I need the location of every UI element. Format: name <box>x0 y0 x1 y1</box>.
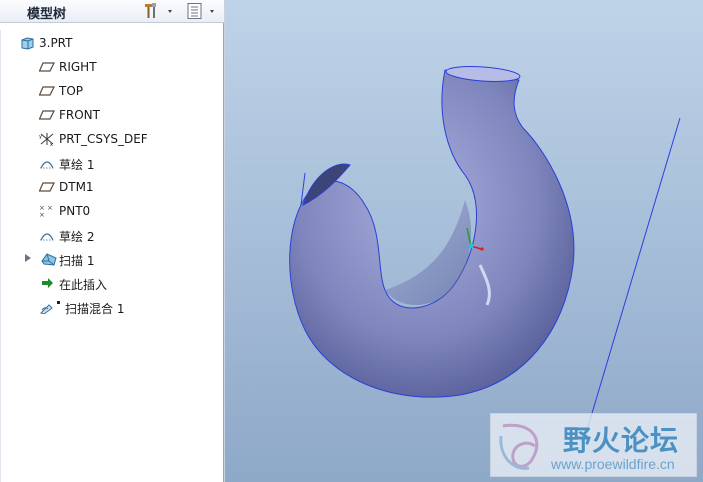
tree-item-front[interactable]: FRONT <box>1 104 221 126</box>
datum-plane-icon <box>39 62 55 72</box>
tree-item-part[interactable]: 3.PRT <box>1 32 221 54</box>
tree-item-label: 3.PRT <box>39 36 73 50</box>
tree-item-sketch-2[interactable]: 草绘 2 <box>1 224 221 246</box>
watermark-name: 野火论坛 <box>563 424 680 457</box>
tree-item-label: TOP <box>59 84 84 98</box>
tools-icon <box>145 3 172 18</box>
tree-item-insert-here[interactable]: 在此插入 <box>1 272 221 294</box>
tree-item-sweep-1[interactable]: 扫描 1 <box>1 248 221 270</box>
tree-item-label: FRONT <box>59 108 100 122</box>
datum-plane-icon <box>39 182 55 192</box>
tree-item-label: 草绘 1 <box>59 158 95 172</box>
sweep-icon <box>41 253 57 266</box>
hook-model[interactable] <box>289 64 575 398</box>
svg-text:y: y <box>39 134 42 140</box>
sketch-icon <box>40 233 54 241</box>
tree-item-label: RIGHT <box>59 60 97 74</box>
tree-item-label: 扫描混合 1 <box>65 302 125 316</box>
model-tree: 3.PRT RIGHT TOP FRONT y x PRT_CSYS_DEF 草… <box>0 30 223 482</box>
tree-item-label: PRT_CSYS_DEF <box>59 132 148 146</box>
panel-title: 模型树 <box>27 7 67 22</box>
list-options-icon <box>187 3 214 19</box>
watermark-logo: 野火论坛 www.proewildfire.cn <box>490 413 697 477</box>
datum-plane-icon <box>39 86 55 96</box>
tree-item-label: PNT0 <box>59 204 91 218</box>
settings-tools-button[interactable] <box>142 2 176 20</box>
graphics-viewport[interactable]: 野火论坛 www.proewildfire.cn <box>225 0 703 482</box>
model-tree-panel: 模型树 3.PRT RIGHT TOP FRONT y x PRT_CSYS_D… <box>0 0 224 482</box>
part-icon <box>21 37 34 50</box>
tree-item-label: DTM1 <box>59 180 94 194</box>
coordinate-system-icon: y x <box>39 133 54 146</box>
svg-text:x: x <box>50 142 53 146</box>
model-view <box>289 64 681 431</box>
tree-item-dtm1[interactable]: DTM1 <box>1 176 221 198</box>
forum-logo-icon <box>499 423 539 470</box>
tree-item-label: 草绘 2 <box>59 230 95 244</box>
sketch-icon <box>40 161 54 169</box>
svg-text:×: × <box>39 211 45 218</box>
datum-axis-line <box>586 117 681 431</box>
tree-item-pnt0[interactable]: × × × PNT0 <box>1 200 221 222</box>
tree-item-right[interactable]: RIGHT <box>1 56 221 78</box>
tree-item-label: 扫描 1 <box>59 254 95 268</box>
show-options-button[interactable] <box>186 2 220 20</box>
expand-arrow-icon[interactable] <box>25 254 31 262</box>
model-tree-header: 模型树 <box>0 0 224 23</box>
datum-point-icon: × × × <box>39 204 53 218</box>
svg-text:×: × <box>47 204 53 212</box>
tree-item-csys[interactable]: y x PRT_CSYS_DEF <box>1 128 221 150</box>
swept-blend-icon <box>40 301 60 314</box>
tree-item-label: 在此插入 <box>59 278 108 292</box>
datum-plane-icon <box>39 110 55 120</box>
tree-item-top[interactable]: TOP <box>1 80 221 102</box>
insert-here-arrow-icon <box>42 278 53 288</box>
tree-item-swept-blend-1[interactable]: 扫描混合 1 <box>1 296 221 318</box>
watermark-url: www.proewildfire.cn <box>551 456 675 472</box>
tree-item-sketch-1[interactable]: 草绘 1 <box>1 152 221 174</box>
